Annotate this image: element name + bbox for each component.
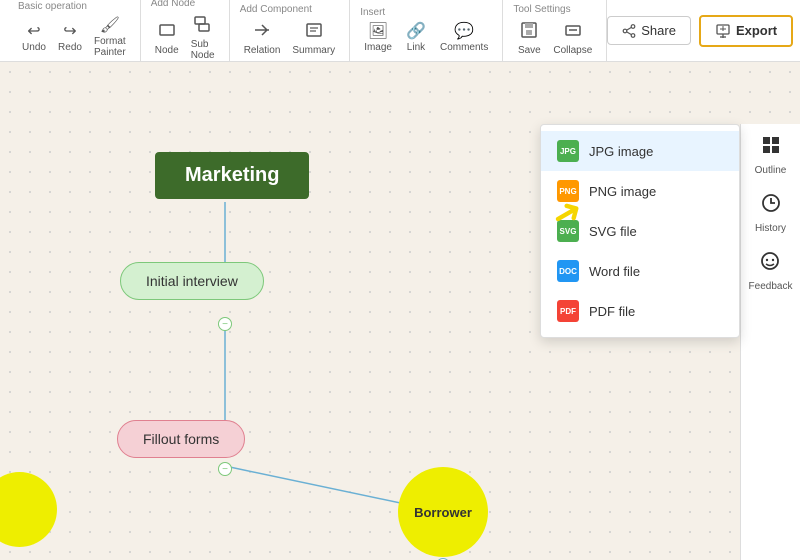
section-label-add-node: Add Node [151,0,195,9]
link-button[interactable]: 🔗 Link [400,22,432,55]
save-button[interactable]: Save [513,19,545,58]
node-icon [158,21,176,43]
toolbar-section-basic: Basic operation ↩ Undo ↪ Redo 🖌 Format P… [8,0,141,61]
sub-node-button[interactable]: Sub Node [187,13,219,63]
right-sidebar: Outline History Feedback [740,124,800,560]
insert-buttons: 🖼 Image 🔗 Link 💬 Comments [360,22,492,55]
sidebar-item-history[interactable]: History [755,192,786,234]
basic-buttons: ↩ Undo ↪ Redo 🖌 Format Painter [18,16,130,60]
relation-button[interactable]: Relation [240,19,285,58]
pdf-icon: PDF [557,300,579,322]
save-icon [520,21,538,43]
collapse-icon [564,21,582,43]
node-marketing[interactable]: Marketing [155,152,309,199]
export-icon [715,23,731,39]
image-icon: 🖼 [368,24,388,40]
toolbar-section-insert: Insert 🖼 Image 🔗 Link 💬 Comments [350,0,503,61]
section-label-basic: Basic operation [18,1,87,12]
history-icon [760,192,782,220]
comments-icon: 💬 [454,24,474,40]
relation-icon [253,21,271,43]
outline-icon [760,134,782,162]
svg-icon: SVG [557,220,579,242]
toolbar-right: Share Export [607,15,793,47]
summary-icon [305,21,323,43]
canvas[interactable]: Marketing Initial interview − Fillout fo… [0,62,800,560]
tool-settings-buttons: Save Collapse [513,19,596,58]
toolbar-section-add-node: Add Node Node Sub Node [141,0,230,61]
export-dropdown: JPG JPG image PNG PNG image SVG SVG file… [540,124,740,338]
export-svg-option[interactable]: SVG SVG file [541,211,739,251]
toolbar: Basic operation ↩ Undo ↪ Redo 🖌 Format P… [0,0,800,62]
node-fillout-forms[interactable]: Fillout forms [117,420,245,458]
undo-icon: ↩ [27,24,40,40]
word-icon: DOC [557,260,579,282]
node-yellow-left[interactable] [0,472,57,547]
sub-node-icon [194,15,212,37]
toolbar-section-tool-settings: Tool Settings Save Collapse [503,0,607,61]
export-word-option[interactable]: DOC Word file [541,251,739,291]
share-button[interactable]: Share [607,16,691,45]
collapse-initial-button[interactable]: − [218,317,232,331]
section-label-add-component: Add Component [240,4,312,15]
format-painter-button[interactable]: 🖌 Format Painter [90,16,130,60]
export-png-option[interactable]: PNG PNG image [541,171,739,211]
add-component-buttons: Relation Summary [240,19,340,58]
node-button[interactable]: Node [151,19,183,58]
collapse-fillout-button[interactable]: − [218,462,232,476]
sidebar-item-outline[interactable]: Outline [755,134,787,176]
jpg-icon: JPG [557,140,579,162]
comments-button[interactable]: 💬 Comments [436,22,492,55]
node-borrower[interactable]: Borrower [398,467,488,557]
export-button[interactable]: Export [699,15,793,47]
png-icon: PNG [557,180,579,202]
section-label-tool-settings: Tool Settings [513,4,570,15]
export-pdf-option[interactable]: PDF PDF file [541,291,739,331]
redo-icon: ↪ [63,24,76,40]
summary-button[interactable]: Summary [288,19,339,58]
section-label-insert: Insert [360,7,385,18]
add-node-buttons: Node Sub Node [151,13,219,63]
share-icon [622,24,636,38]
image-button[interactable]: 🖼 Image [360,22,396,55]
link-icon: 🔗 [406,24,426,40]
format-painter-icon: 🖌 [100,18,120,34]
collapse-button[interactable]: Collapse [549,19,596,58]
feedback-icon [759,250,781,278]
undo-button[interactable]: ↩ Undo [18,22,50,55]
export-jpg-option[interactable]: JPG JPG image [541,131,739,171]
redo-button[interactable]: ↪ Redo [54,22,86,55]
toolbar-section-add-component: Add Component Relation Summary [230,0,351,61]
node-initial-interview[interactable]: Initial interview [120,262,264,300]
sidebar-item-feedback[interactable]: Feedback [749,250,793,292]
